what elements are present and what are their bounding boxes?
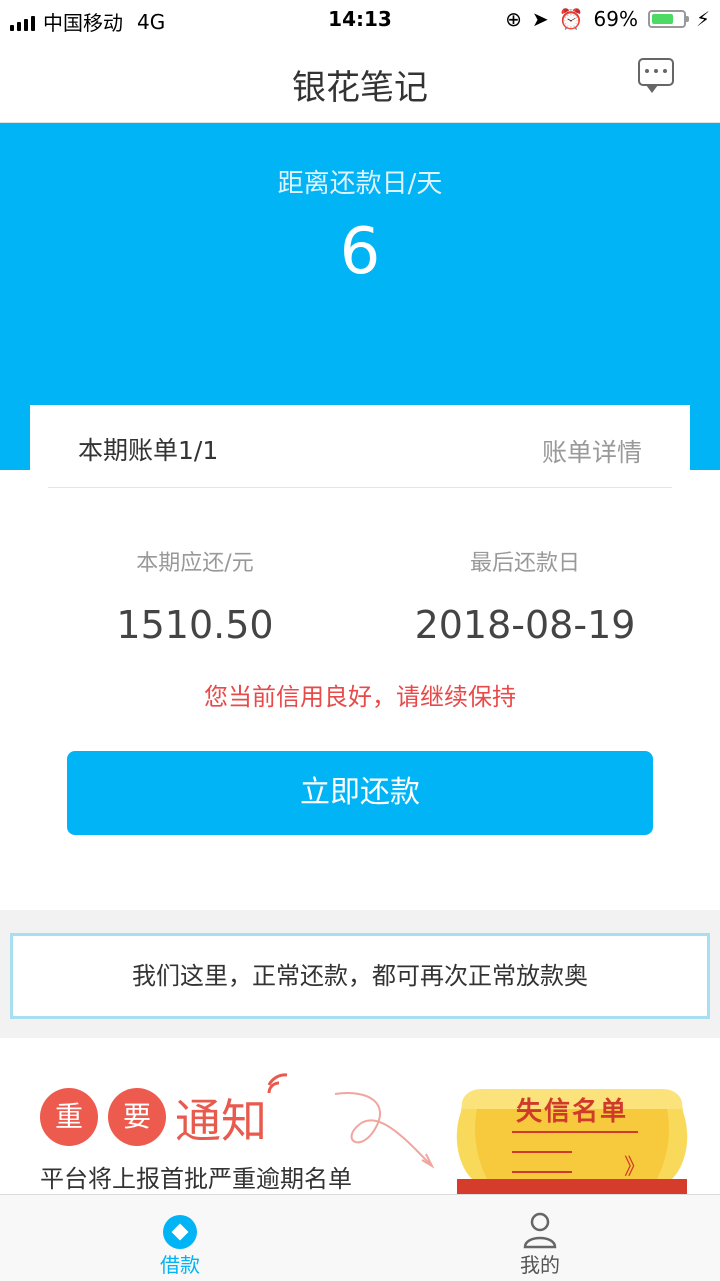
scroll-line-2	[512, 1151, 572, 1153]
banner-char-1: 重	[40, 1088, 98, 1146]
last-date-block: 最后还款日 2018-08-19	[360, 545, 690, 647]
network-type: 4G	[137, 9, 166, 34]
page-title: 银花笔记	[292, 68, 428, 108]
scroll-line-3	[512, 1171, 572, 1173]
rotation-lock-icon: ⊕	[505, 7, 522, 31]
banner-notice-word: 通知	[175, 1094, 267, 1148]
tab-mine-label: 我的	[520, 1253, 560, 1277]
last-date-label: 最后还款日	[469, 551, 580, 576]
signal-icon	[10, 13, 35, 31]
due-amount-value: 1510.50	[116, 603, 274, 647]
notification-banner[interactable]: 重 要 通知 平台将上报首批严重逾期名单 失信名单 》	[0, 1039, 720, 1194]
battery-percent: 69%	[593, 7, 638, 31]
carrier-name: 中国移动	[43, 11, 123, 35]
due-amount-label: 本期应还/元	[136, 551, 254, 576]
countdown-days: 6	[339, 215, 381, 289]
status-right: ⊕ ➤ ⏰ 69% ⚡	[505, 7, 710, 31]
charging-icon: ⚡	[695, 7, 710, 31]
signal-waves-icon	[267, 1073, 288, 1094]
banner-char-2: 要	[108, 1088, 166, 1146]
bill-period: 本期账单1/1	[78, 436, 219, 465]
location-icon: ➤	[531, 7, 549, 31]
banner-subtitle: 平台将上报首批严重逾期名单	[40, 1165, 352, 1193]
bill-card: 本期账单1/1 账单详情 本期应还/元 1510.50 最后还款日 2018-0…	[30, 405, 690, 910]
bill-card-header: 本期账单1/1 账单详情	[48, 405, 672, 488]
navigation-bar: 银花笔记	[0, 38, 720, 123]
battery-icon	[647, 10, 689, 28]
scroll-arrow: 》	[624, 1155, 647, 1180]
arrow-swoosh-icon	[334, 1092, 435, 1169]
tab-bar: 借款 我的	[0, 1194, 720, 1281]
pay-now-button[interactable]: 立即还款	[67, 751, 653, 835]
tab-mine[interactable]: 我的	[360, 1195, 720, 1281]
status-left: 中国移动 4G	[10, 7, 165, 36]
message-icon[interactable]	[638, 58, 674, 93]
credit-message: 您当前信用良好，请继续保持	[204, 683, 516, 711]
countdown-label: 距离还款日/天	[277, 169, 443, 199]
status-bar: 中国移动 4G 14:13 ⊕ ➤ ⏰ 69% ⚡	[0, 0, 720, 38]
scroll-line-1	[512, 1131, 638, 1133]
blacklist-title: 失信名单	[516, 1097, 629, 1127]
bill-detail-link[interactable]: 账单详情	[542, 433, 642, 469]
loan-icon	[163, 1215, 197, 1249]
due-amount-block: 本期应还/元 1510.50	[30, 545, 360, 647]
last-date-value: 2018-08-19	[414, 603, 636, 647]
user-icon	[523, 1212, 557, 1249]
tab-loan[interactable]: 借款	[0, 1195, 360, 1281]
tab-loan-label: 借款	[160, 1253, 200, 1277]
notice-box: 我们这里，正常还款，都可再次正常放款奥	[10, 933, 710, 1019]
alarm-icon: ⏰	[558, 7, 584, 31]
